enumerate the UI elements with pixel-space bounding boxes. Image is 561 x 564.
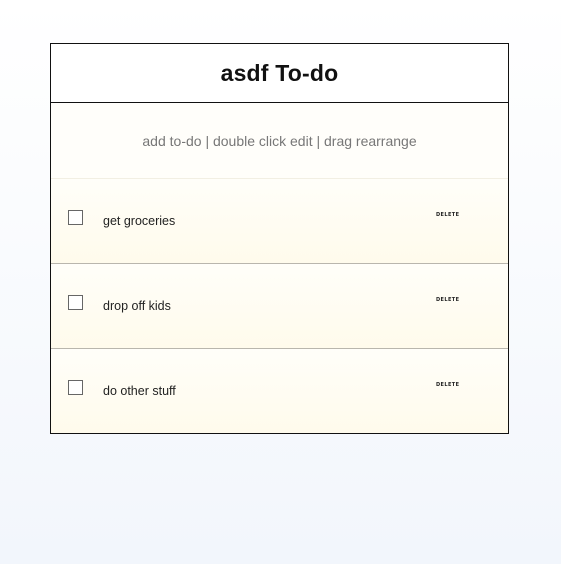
todo-item[interactable]: get groceries DELETE	[51, 179, 508, 264]
todo-checkbox[interactable]	[68, 295, 83, 310]
delete-button[interactable]: DELETE	[436, 212, 459, 218]
todo-list: get groceries DELETE drop off kids DELET…	[51, 179, 508, 433]
todo-item[interactable]: do other stuff DELETE	[51, 349, 508, 433]
todo-checkbox[interactable]	[68, 210, 83, 225]
todo-item-text[interactable]: get groceries	[103, 214, 175, 228]
new-todo-input[interactable]	[59, 120, 500, 161]
todo-item-text[interactable]: do other stuff	[103, 384, 176, 398]
app-title: asdf To-do	[220, 59, 339, 86]
todo-item[interactable]: drop off kids DELETE	[51, 264, 508, 349]
app-header: asdf To-do	[51, 44, 508, 103]
todo-app: asdf To-do get groceries DELETE drop off…	[50, 43, 509, 434]
todo-item-text[interactable]: drop off kids	[103, 299, 171, 313]
delete-button[interactable]: DELETE	[436, 382, 459, 388]
delete-button[interactable]: DELETE	[436, 297, 459, 303]
new-todo-row	[51, 103, 508, 179]
todo-checkbox[interactable]	[68, 380, 83, 395]
